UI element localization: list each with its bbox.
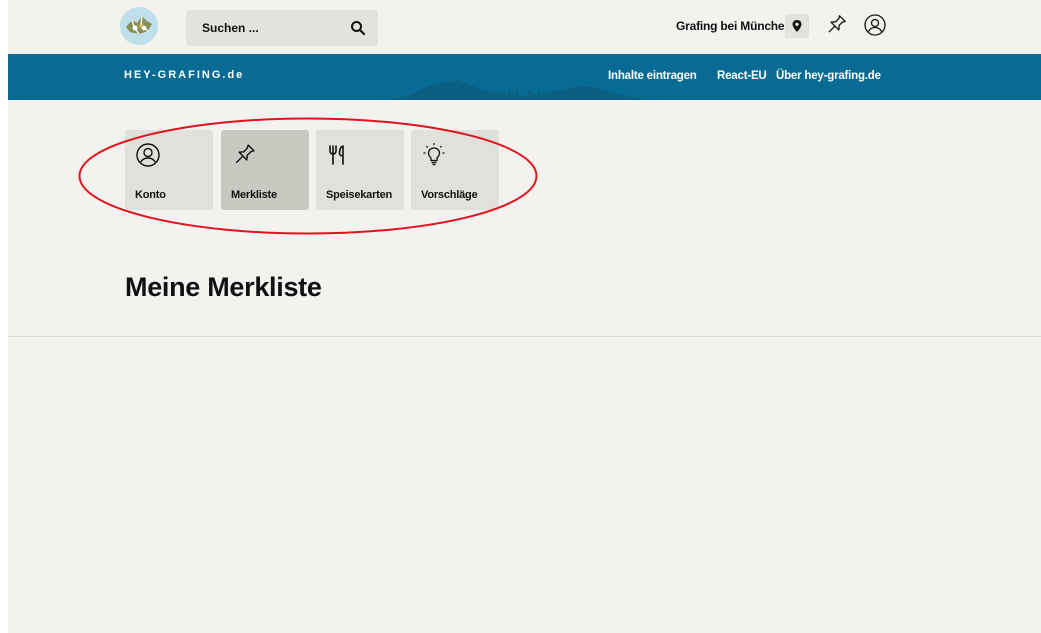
divider [8, 336, 1041, 337]
tab-label: Merkliste [231, 189, 277, 201]
tab-label: Speisekarten [326, 189, 393, 201]
lightbulb-icon [423, 143, 445, 166]
search-input[interactable] [186, 10, 336, 46]
top-bar: Grafing bei München [8, 0, 1041, 54]
tab-speisekarten[interactable]: Speisekarten [316, 130, 404, 210]
page: Grafing bei München [8, 0, 1041, 633]
pushpin-icon [828, 15, 846, 33]
tab-merkliste[interactable]: Merkliste [221, 130, 309, 210]
location-button[interactable] [785, 14, 809, 38]
nav-link-react-eu[interactable]: React-EU [717, 70, 767, 82]
watchlist-button[interactable] [823, 12, 849, 38]
page-title: Meine Merkliste [125, 272, 322, 302]
user-circle-icon [136, 143, 160, 167]
tab-label: Konto [135, 189, 166, 201]
search-icon [351, 21, 366, 36]
main-navigation: HEY-GRAFING.de Inhalte eintragen React-E… [8, 54, 1041, 100]
tab-label: Vorschläge [421, 189, 478, 201]
pushpin-icon [235, 144, 255, 164]
logo-icon [120, 7, 158, 45]
location-label[interactable]: Grafing bei München [676, 19, 792, 33]
account-button[interactable] [863, 13, 887, 37]
fork-knife-icon [329, 145, 344, 165]
user-circle-icon [864, 14, 886, 36]
search-button[interactable] [348, 18, 368, 38]
search-bar [186, 10, 378, 46]
nav-link-about[interactable]: Über hey-grafing.de [776, 70, 881, 82]
tab-konto[interactable]: Konto [125, 130, 213, 210]
map-marker-icon [792, 20, 802, 32]
nav-link-inhalte-eintragen[interactable]: Inhalte eintragen [608, 70, 697, 82]
brand-link[interactable]: HEY-GRAFING.de [124, 69, 244, 81]
site-logo[interactable] [120, 7, 158, 45]
tab-vorschlaege[interactable]: Vorschläge [411, 130, 499, 210]
